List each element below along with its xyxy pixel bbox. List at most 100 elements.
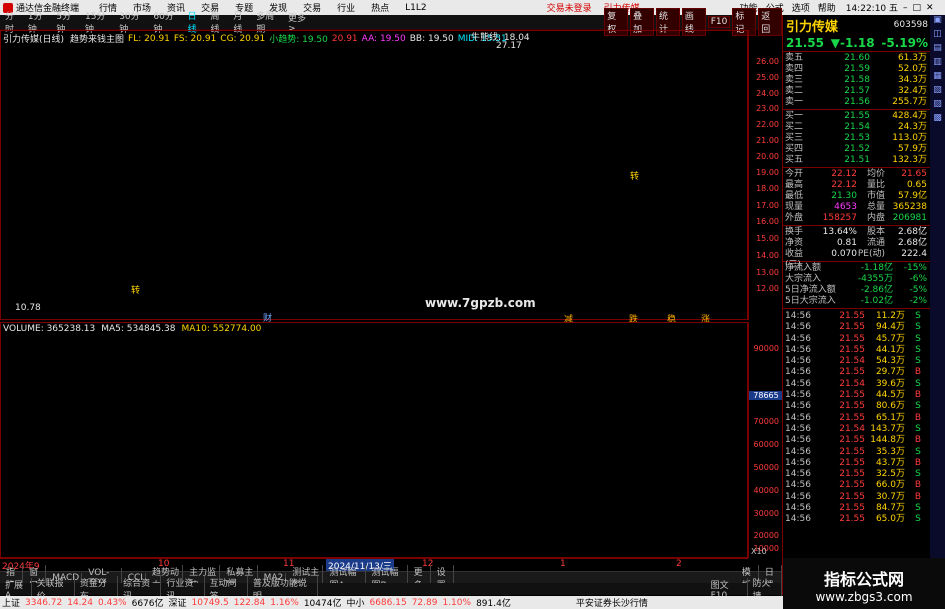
maximize-icon[interactable]: □ — [913, 3, 922, 13]
ask-row[interactable]: 卖一 21.56 255.7万 — [783, 97, 931, 108]
info-tabs: 扩展A 关联报价 资金分布 综合资讯 行业资讯 互动问答 普及版功能说明 图文F… — [0, 576, 782, 602]
cg-value: CG: 20.91 — [220, 33, 266, 44]
index-sh-amount: 6676亿 — [131, 599, 164, 609]
tick-row: 14:56 21.55 144.8万 B — [783, 435, 931, 446]
flow-row: 5日大宗流入 -1.02亿 -2% — [783, 296, 931, 307]
ask-label: 卖三 — [785, 75, 804, 85]
tick-row: 14:56 21.55 32.5万 S — [783, 469, 931, 480]
flow-label: 5日大宗流入 — [785, 296, 836, 306]
bid-row[interactable]: 买一 21.55 428.4万 — [783, 111, 931, 122]
bid-row[interactable]: 买二 21.54 24.3万 — [783, 122, 931, 133]
tick-side: B — [914, 435, 922, 446]
minimize-icon[interactable]: – — [903, 3, 908, 13]
tick-time: 14:56 — [785, 412, 811, 423]
flow-pct: -2% — [909, 296, 927, 306]
f10-button[interactable]: F10 — [707, 16, 731, 28]
tick-side: B — [914, 412, 922, 423]
ask-row[interactable]: 卖五 21.60 61.3万 — [783, 53, 931, 64]
tick-price: 21.55 — [839, 311, 865, 321]
flow-row: 净流入额 -1.18亿 -15% — [783, 263, 931, 274]
trade-login-alert[interactable]: 交易未登录 — [547, 1, 592, 14]
index-sz-change: 122.84 — [233, 597, 266, 608]
side-icon[interactable]: ▥ — [930, 57, 945, 71]
side-icon[interactable]: ▣ — [930, 15, 945, 29]
tick-side: S — [915, 311, 921, 321]
menu-industry[interactable]: 行业 — [337, 1, 355, 14]
bid-price: 21.52 — [844, 144, 870, 154]
price-tick: 15.00 — [756, 234, 779, 243]
tick-row: 14:56 21.55 44.1万 S — [783, 345, 931, 356]
tick-row: 14:56 21.54 54.3万 S — [783, 356, 931, 367]
side-icon[interactable]: ▨ — [930, 99, 945, 113]
tick-price: 21.54 — [839, 378, 865, 389]
tick-price: 21.55 — [839, 446, 865, 457]
index-zx-label[interactable]: 中小 — [346, 596, 364, 609]
tick-volume: 84.7万 — [875, 503, 905, 514]
tick-side: S — [915, 423, 921, 434]
volume-tick: 70000 — [753, 417, 779, 426]
price-tick: 25.00 — [756, 73, 779, 82]
low-price-label: 10.78 — [15, 303, 41, 313]
stock-name: 引力传媒 — [786, 19, 839, 35]
tick-time: 14:56 — [785, 322, 811, 333]
stat-label: 外盘 — [785, 213, 804, 223]
tick-row: 14:56 21.55 30.7万 B — [783, 492, 931, 503]
last-price: 21.55 — [786, 36, 824, 50]
ask-price: 21.60 — [844, 53, 870, 63]
ask-price: 21.59 — [844, 64, 870, 74]
bid-row[interactable]: 买三 21.53 113.0万 — [783, 133, 931, 144]
flow-pct: -15% — [903, 263, 927, 273]
menu-options[interactable]: 选项 — [792, 1, 810, 14]
quote-header: 引力传媒 603598 — [783, 15, 931, 35]
side-icon[interactable]: ▦ — [930, 71, 945, 85]
side-icon[interactable]: ▩ — [930, 113, 945, 127]
tick-row: 14:56 21.55 65.0万 S — [783, 514, 931, 525]
ask-price: 21.58 — [844, 75, 870, 85]
menu-l1l2[interactable]: L1L2 — [405, 3, 426, 13]
volume-chart[interactable]: VOLUME: 365238.13 MA5: 534845.38 MA10: 5… — [0, 322, 748, 558]
bid-volume: 132.3万 — [892, 155, 927, 165]
ask-price: 21.56 — [844, 97, 870, 107]
bid-label: 买三 — [785, 133, 804, 143]
ask-row[interactable]: 卖三 21.58 34.3万 — [783, 75, 931, 86]
stat-label: 总量 — [866, 202, 885, 212]
stat-value: 365238 — [892, 202, 927, 212]
tick-volume: 43.7万 — [875, 457, 905, 468]
bid-label: 买二 — [785, 122, 804, 132]
ask-label: 卖四 — [785, 64, 804, 74]
side-icon[interactable]: ▤ — [930, 43, 945, 57]
side-icon[interactable]: ◫ — [930, 29, 945, 43]
stat-value: 0.65 — [906, 180, 927, 190]
tick-price: 21.55 — [839, 390, 865, 401]
stat-label: 换手 — [785, 227, 804, 237]
tick-volume: 45.7万 — [875, 333, 905, 344]
price-change-pct: -5.19% — [881, 36, 928, 50]
stat-value: 158257 — [822, 213, 857, 223]
tick-price: 21.55 — [839, 514, 865, 525]
tick-volume: 80.6万 — [875, 401, 905, 412]
bid-price: 21.55 — [844, 111, 870, 121]
stat-label: 股本 — [866, 227, 885, 237]
tick-price: 21.55 — [839, 367, 865, 378]
bid-row[interactable]: 买四 21.52 57.9万 — [783, 144, 931, 155]
bid-row[interactable]: 买五 21.51 132.3万 — [783, 155, 931, 166]
menu-hot[interactable]: 热点 — [371, 1, 389, 14]
close-icon[interactable]: ✕ — [926, 3, 934, 13]
tick-volume: 35.3万 — [875, 446, 905, 457]
menu-help[interactable]: 帮助 — [818, 1, 836, 14]
side-icon[interactable]: ▧ — [930, 85, 945, 99]
index-sz-label[interactable]: 深证 — [169, 596, 187, 609]
volume-tick: 60000 — [753, 440, 779, 449]
tick-list[interactable]: 14:56 21.55 11.2万 S 14:56 21.55 94.4万 S 14:56 2… — [783, 309, 931, 526]
price-chart[interactable]: 引力传媒(日线) 趋势来钱主图 FL: 20.91 FS: 20.91 CG: … — [0, 30, 748, 325]
index-sh-pct: 0.43% — [98, 597, 127, 608]
ma5-value: MA5: 534845.38 — [101, 324, 176, 334]
bid-price: 21.51 — [844, 155, 870, 165]
tick-time: 14:56 — [785, 480, 811, 491]
bb-value: BB: 19.50 — [409, 33, 454, 44]
ask-row[interactable]: 卖二 21.57 32.4万 — [783, 86, 931, 97]
flow-label: 5日净流入额 — [785, 285, 836, 295]
ask-row[interactable]: 卖四 21.59 52.0万 — [783, 64, 931, 75]
price-change: ▼-1.18 — [830, 36, 875, 50]
index-sh-label[interactable]: 上证 — [2, 596, 20, 609]
